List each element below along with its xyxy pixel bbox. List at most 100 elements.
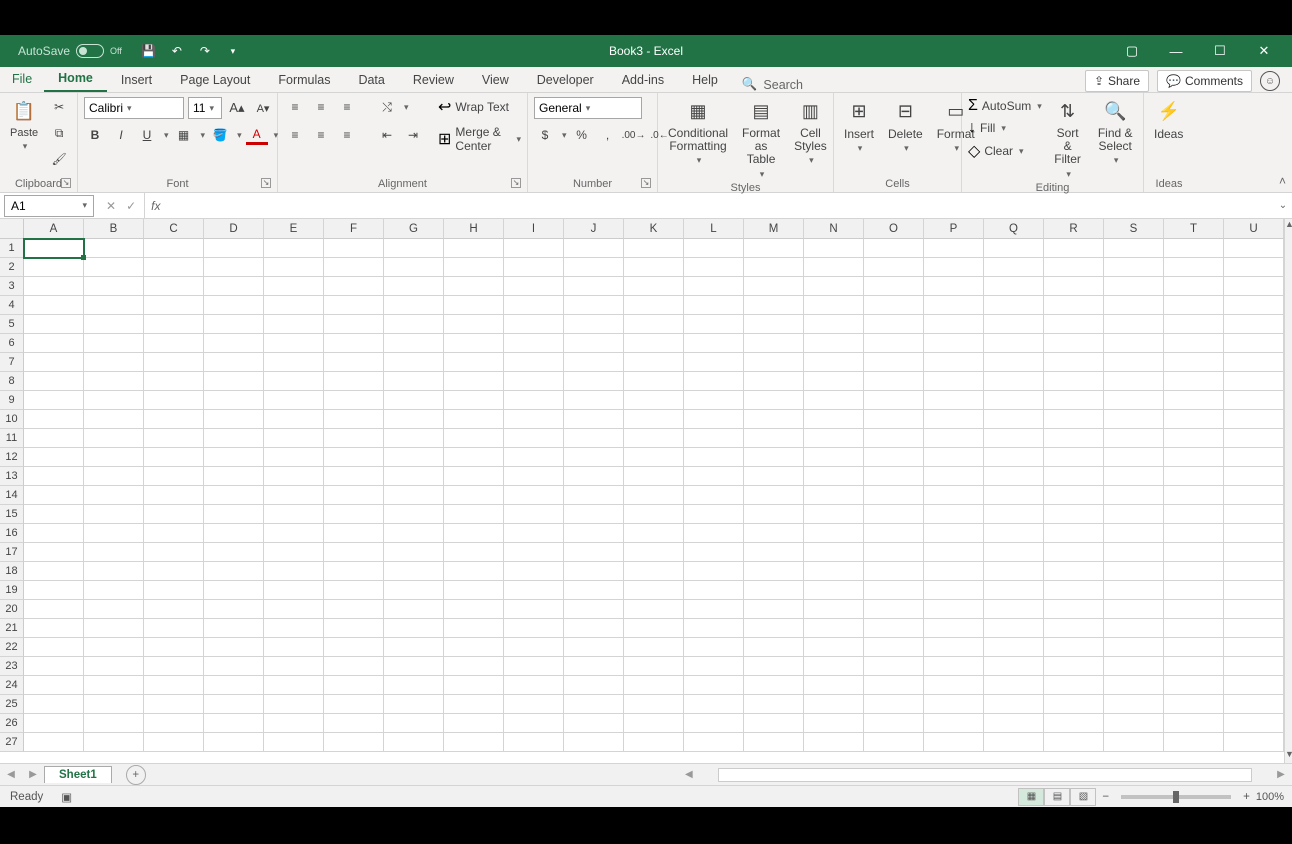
cell-B13[interactable] [84,467,144,486]
cut-icon[interactable]: ✂ [48,97,70,117]
cell-K26[interactable] [624,714,684,733]
cell-R27[interactable] [1044,733,1104,752]
underline-button[interactable]: U [136,125,158,145]
sheet-nav-prev-icon[interactable]: ◀ [0,769,22,780]
cell-S6[interactable] [1104,334,1164,353]
cell-S8[interactable] [1104,372,1164,391]
cell-I6[interactable] [504,334,564,353]
cell-H5[interactable] [444,315,504,334]
cell-A6[interactable] [24,334,84,353]
cell-M26[interactable] [744,714,804,733]
cell-C19[interactable] [144,581,204,600]
cell-D8[interactable] [204,372,264,391]
cell-B9[interactable] [84,391,144,410]
tab-insert[interactable]: Insert [107,69,166,92]
column-header-M[interactable]: M [744,219,804,239]
cell-S3[interactable] [1104,277,1164,296]
cell-A26[interactable] [24,714,84,733]
cell-L22[interactable] [684,638,744,657]
cell-B22[interactable] [84,638,144,657]
chevron-down-icon[interactable]: ▾ [404,102,409,113]
cell-F4[interactable] [324,296,384,315]
row-header-6[interactable]: 6 [0,334,24,353]
cell-U25[interactable] [1224,695,1284,714]
cell-G22[interactable] [384,638,444,657]
cell-S1[interactable] [1104,239,1164,258]
cell-T16[interactable] [1164,524,1224,543]
cell-E19[interactable] [264,581,324,600]
cell-O1[interactable] [864,239,924,258]
chevron-down-icon[interactable]: ▾ [164,130,169,141]
file-tab[interactable]: File [0,68,44,92]
cell-K17[interactable] [624,543,684,562]
cell-H27[interactable] [444,733,504,752]
cell-D9[interactable] [204,391,264,410]
cell-J5[interactable] [564,315,624,334]
cell-F2[interactable] [324,258,384,277]
page-layout-view-icon[interactable]: ▤ [1044,788,1070,806]
cell-B15[interactable] [84,505,144,524]
column-header-C[interactable]: C [144,219,204,239]
cell-A13[interactable] [24,467,84,486]
cell-I8[interactable] [504,372,564,391]
conditional-formatting-button[interactable]: ▦Conditional Formatting▾ [664,97,732,166]
cell-D24[interactable] [204,676,264,695]
chevron-down-icon[interactable]: ▾ [237,130,242,141]
cell-Q18[interactable] [984,562,1044,581]
cell-U17[interactable] [1224,543,1284,562]
row-header-4[interactable]: 4 [0,296,24,315]
cell-O3[interactable] [864,277,924,296]
cell-D12[interactable] [204,448,264,467]
tab-help[interactable]: Help [678,69,732,92]
cell-E26[interactable] [264,714,324,733]
cell-O5[interactable] [864,315,924,334]
cell-O26[interactable] [864,714,924,733]
column-header-T[interactable]: T [1164,219,1224,239]
normal-view-icon[interactable]: ▦ [1018,788,1044,806]
cell-F18[interactable] [324,562,384,581]
cell-D18[interactable] [204,562,264,581]
cell-D16[interactable] [204,524,264,543]
cell-A14[interactable] [24,486,84,505]
cell-M22[interactable] [744,638,804,657]
cell-L11[interactable] [684,429,744,448]
cell-E3[interactable] [264,277,324,296]
cell-O4[interactable] [864,296,924,315]
cell-J18[interactable] [564,562,624,581]
cell-R13[interactable] [1044,467,1104,486]
tab-developer[interactable]: Developer [523,69,608,92]
zoom-level[interactable]: 100% [1256,791,1284,803]
row-header-25[interactable]: 25 [0,695,24,714]
tell-me-search[interactable]: 🔍 Search [732,77,813,92]
cell-T19[interactable] [1164,581,1224,600]
cell-R16[interactable] [1044,524,1104,543]
tab-formulas[interactable]: Formulas [264,69,344,92]
cell-N8[interactable] [804,372,864,391]
cell-H16[interactable] [444,524,504,543]
cell-M11[interactable] [744,429,804,448]
cell-P23[interactable] [924,657,984,676]
cell-G15[interactable] [384,505,444,524]
cell-L13[interactable] [684,467,744,486]
cell-H7[interactable] [444,353,504,372]
cell-J25[interactable] [564,695,624,714]
row-header-11[interactable]: 11 [0,429,24,448]
cell-U2[interactable] [1224,258,1284,277]
cell-S7[interactable] [1104,353,1164,372]
tab-add-ins[interactable]: Add-ins [608,69,678,92]
minimize-icon[interactable]: — [1154,35,1198,67]
increase-indent-icon[interactable]: ⇥ [402,125,424,145]
cell-I21[interactable] [504,619,564,638]
font-size-combo[interactable]: 11 [188,97,222,119]
cell-A12[interactable] [24,448,84,467]
column-header-B[interactable]: B [84,219,144,239]
zoom-out-icon[interactable]: − [1102,791,1109,803]
cell-G10[interactable] [384,410,444,429]
cell-P1[interactable] [924,239,984,258]
row-header-23[interactable]: 23 [0,657,24,676]
cell-M7[interactable] [744,353,804,372]
cell-B2[interactable] [84,258,144,277]
cell-G5[interactable] [384,315,444,334]
cell-M1[interactable] [744,239,804,258]
cell-O15[interactable] [864,505,924,524]
